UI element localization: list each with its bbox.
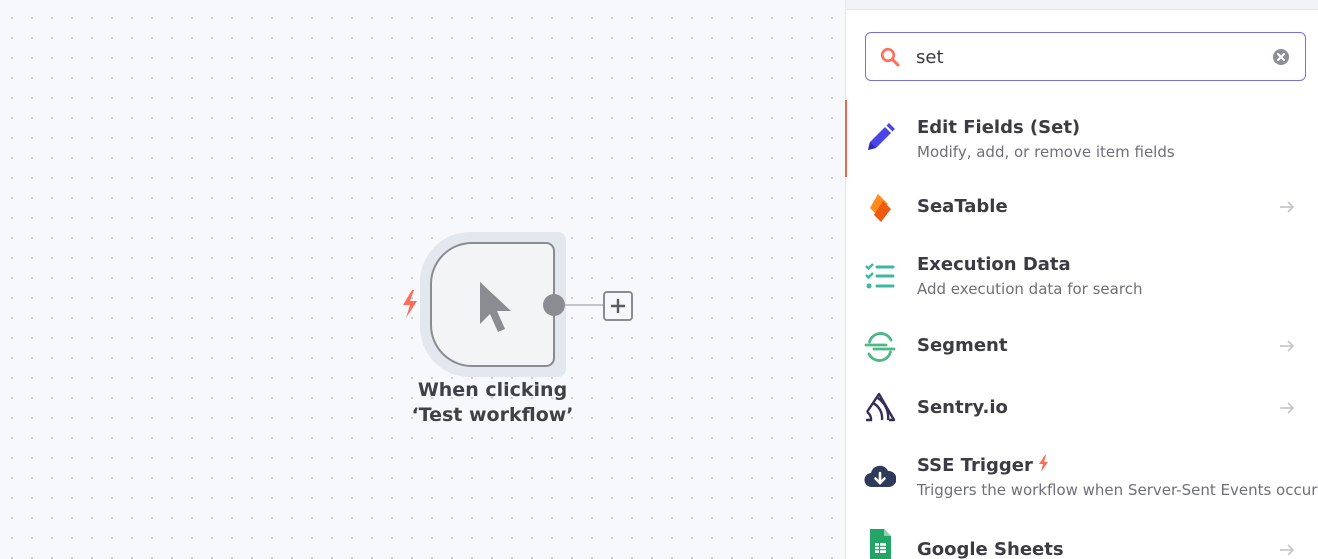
item-description: Triggers the workflow when Server-Sent E… (917, 481, 1318, 499)
google-sheets-icon (870, 529, 891, 559)
workflow-canvas[interactable]: When clicking ‘Test workflow’ (0, 0, 845, 559)
item-description: Modify, add, or remove item fields (917, 143, 1175, 161)
arrow-right-icon (1280, 340, 1295, 352)
panel-header-strip (846, 0, 1318, 10)
arrow-right-icon (1280, 544, 1295, 556)
item-title: Edit Fields (Set) (917, 117, 1081, 138)
search-field[interactable] (865, 32, 1306, 81)
sentry-icon (866, 392, 896, 422)
list-item-seatable[interactable]: SeaTable (846, 177, 1318, 238)
arrow-right-icon (1280, 402, 1295, 414)
item-title: Segment (917, 335, 1008, 356)
add-node-button[interactable] (603, 291, 633, 321)
item-title: SSE Trigger (917, 455, 1049, 476)
item-title: Execution Data (917, 254, 1071, 275)
list-item-sentry[interactable]: Sentry.io (846, 377, 1318, 439)
plus-icon (611, 299, 625, 313)
list-item-edit-fields[interactable]: Edit Fields (Set) Modify, add, or remove… (845, 100, 1318, 177)
item-title: Sentry.io (917, 397, 1008, 418)
cursor-icon (480, 282, 511, 332)
cloud-download-icon (864, 465, 896, 488)
arrow-right-icon (1280, 201, 1295, 213)
search-input[interactable] (916, 43, 1256, 71)
item-description: Add execution data for search (917, 280, 1143, 298)
node-label: When clicking ‘Test workflow’ (411, 379, 574, 426)
tasks-icon (865, 263, 895, 289)
node-creator-panel: Edit Fields (Set) Modify, add, or remove… (845, 0, 1318, 559)
clear-icon[interactable] (1272, 48, 1290, 66)
list-item-google-sheets[interactable]: Google Sheets (846, 517, 1318, 559)
list-item-sse-trigger[interactable]: SSE Trigger Triggers the workflow when S… (846, 439, 1318, 517)
segment-icon (864, 332, 896, 362)
item-title: Google Sheets (917, 539, 1064, 559)
seatable-icon (870, 194, 891, 222)
item-title: SeaTable (917, 196, 1008, 217)
connection-line (565, 304, 603, 306)
node-results-list: Edit Fields (Set) Modify, add, or remove… (845, 100, 1318, 559)
list-item-execution-data[interactable]: Execution Data Add execution data for se… (846, 238, 1318, 315)
node-body[interactable] (430, 242, 555, 367)
pencil-icon (868, 123, 895, 150)
search-icon (880, 47, 900, 67)
bolt-icon (403, 290, 417, 318)
trigger-bolt-icon (1038, 455, 1048, 472)
list-item-segment[interactable]: Segment (846, 315, 1318, 377)
node-output-handle[interactable] (543, 294, 565, 316)
